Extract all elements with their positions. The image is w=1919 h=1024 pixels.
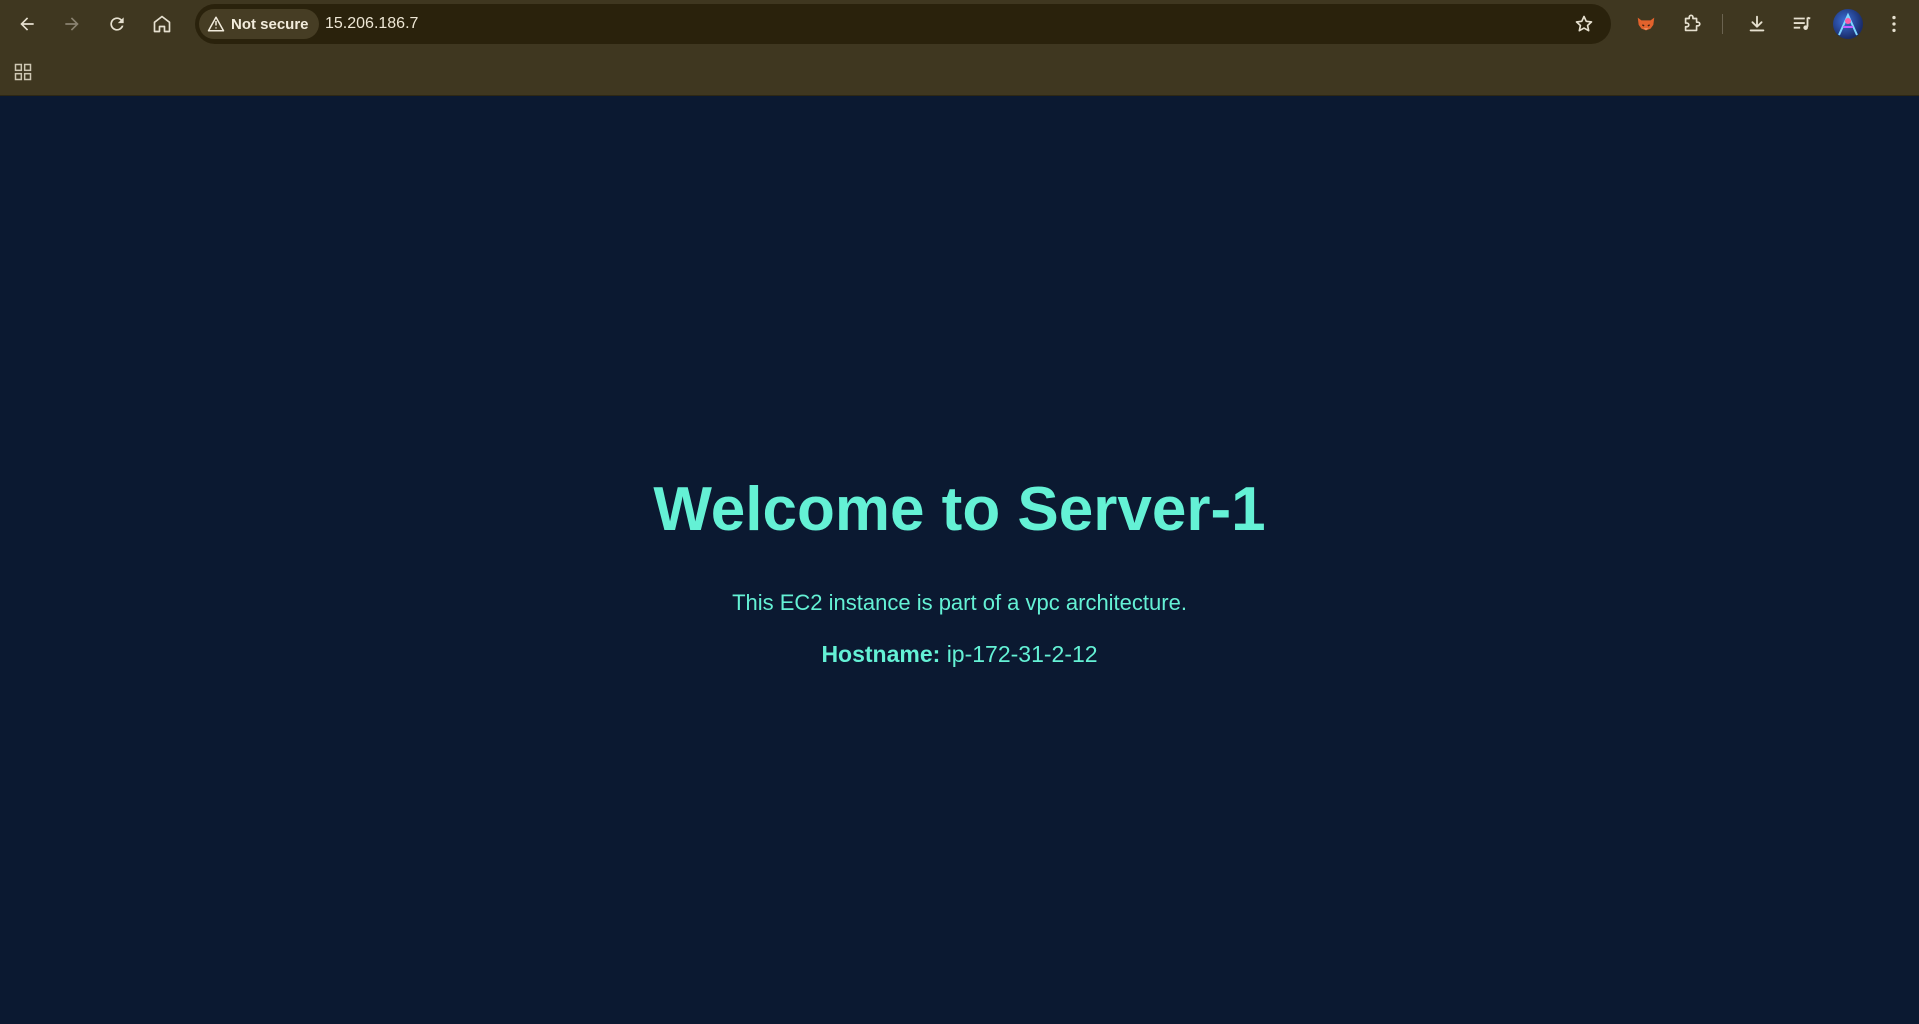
star-icon bbox=[1575, 15, 1593, 32]
bookmarks-bar bbox=[0, 48, 1919, 96]
hostname-value: ip-172-31-2-12 bbox=[946, 641, 1098, 667]
browser-menu-button[interactable] bbox=[1876, 6, 1912, 42]
address-bar[interactable]: Not secure 15.206.186.7 bbox=[195, 4, 1611, 44]
media-playlist-icon bbox=[1793, 16, 1811, 30]
puzzle-icon bbox=[1684, 14, 1701, 32]
home-icon bbox=[153, 15, 171, 33]
menu-icon bbox=[1892, 15, 1896, 33]
apps-grid-icon bbox=[14, 63, 32, 81]
back-button[interactable] bbox=[9, 6, 45, 42]
security-label: Not secure bbox=[231, 15, 309, 33]
download-icon bbox=[1749, 15, 1765, 32]
avatar-icon bbox=[1838, 12, 1858, 36]
forward-button[interactable] bbox=[54, 6, 90, 42]
downloads-button[interactable] bbox=[1739, 6, 1775, 42]
toolbar-divider bbox=[1722, 14, 1723, 34]
home-button[interactable] bbox=[144, 6, 180, 42]
bookmark-star-button[interactable] bbox=[1569, 9, 1599, 39]
page-title: Welcome to Server-1 bbox=[653, 475, 1266, 544]
security-indicator[interactable]: Not secure bbox=[199, 9, 319, 39]
profile-avatar[interactable] bbox=[1833, 9, 1863, 39]
forward-icon bbox=[65, 17, 79, 31]
browser-toolbar: Not secure 15.206.186.7 bbox=[0, 0, 1919, 48]
extensions-button[interactable] bbox=[1674, 6, 1710, 42]
reload-icon bbox=[110, 17, 124, 31]
browser-window: Not secure 15.206.186.7 Welcome to Serve… bbox=[0, 0, 1919, 1024]
hostname-line: Hostname: ip-172-31-2-12 bbox=[0, 641, 1919, 668]
apps-button[interactable] bbox=[9, 58, 37, 86]
reload-button[interactable] bbox=[99, 6, 135, 42]
media-controls-button[interactable] bbox=[1784, 6, 1820, 42]
url-text[interactable]: 15.206.186.7 bbox=[325, 4, 418, 44]
hostname-label: Hostname: bbox=[821, 641, 941, 667]
page-description: This EC2 instance is part of a vpc archi… bbox=[732, 590, 1187, 615]
fox-extension-button[interactable] bbox=[1628, 6, 1664, 42]
web-page: Welcome to Server-1 This EC2 instance is… bbox=[0, 96, 1919, 1024]
warning-icon bbox=[207, 16, 225, 32]
fox-extension-icon bbox=[1637, 17, 1655, 31]
back-icon bbox=[20, 17, 34, 31]
